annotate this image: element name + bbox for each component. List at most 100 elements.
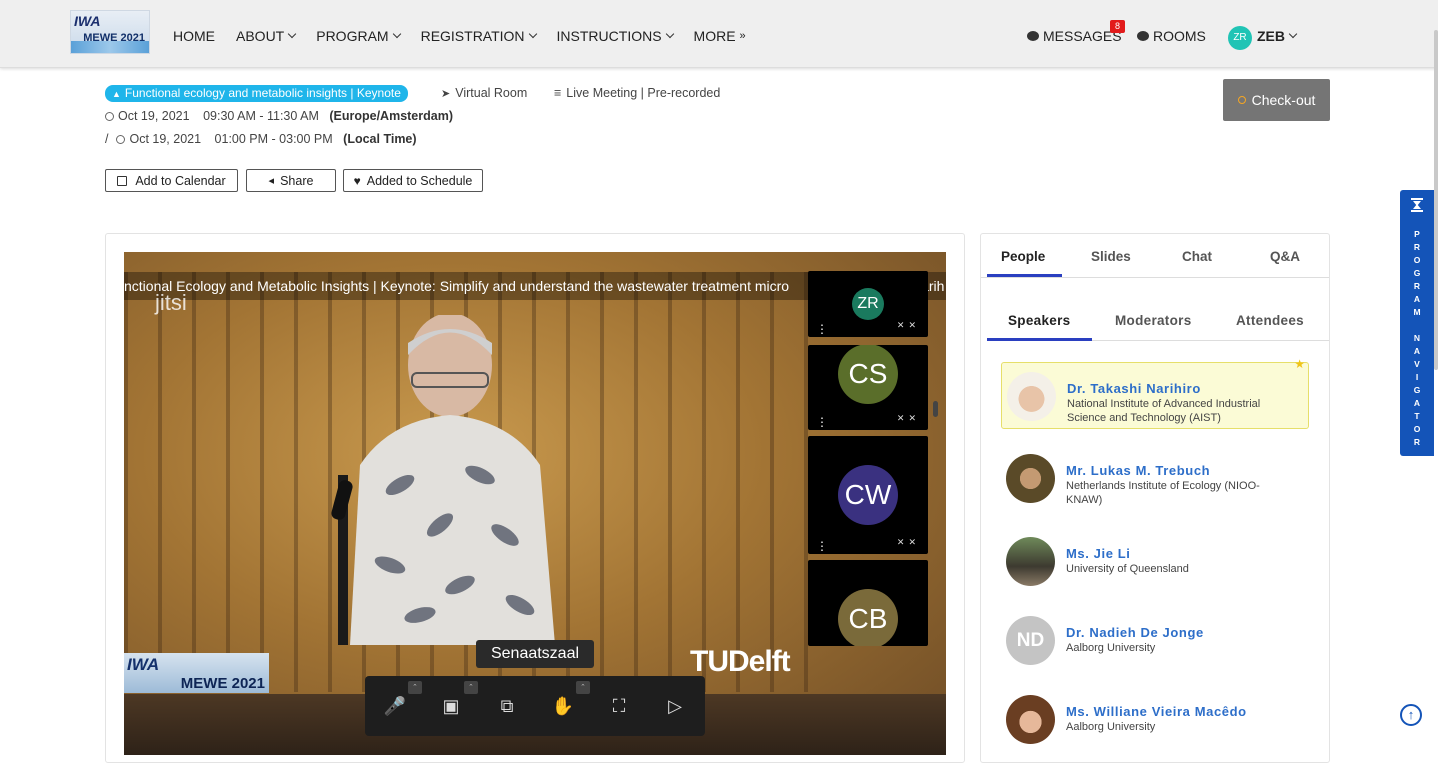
video-logo-bottom: MEWE 2021: [180, 675, 265, 692]
date-2: Oct 19, 2021: [129, 132, 202, 146]
speaker-name[interactable]: Dr. Nadieh De Jonge: [1066, 625, 1204, 640]
tab-qa[interactable]: Q&A: [1270, 249, 1300, 264]
add-calendar-label: Add to Calendar: [135, 173, 226, 188]
calendar-icon: [117, 175, 128, 186]
tab-chat[interactable]: Chat: [1182, 249, 1212, 264]
nav-more[interactable]: MORE»: [694, 28, 746, 44]
navigator-letter: V: [1414, 359, 1420, 369]
add-to-calendar-button[interactable]: Add to Calendar: [105, 169, 238, 192]
page-scrollbar[interactable]: [1434, 30, 1438, 370]
rooms-link[interactable]: ROOMS: [1137, 28, 1206, 44]
active-subtab-underline: [987, 338, 1092, 341]
navigator-letter: A: [1413, 346, 1421, 356]
navigator-letter: R: [1413, 281, 1421, 291]
speaker-photo: [1007, 372, 1056, 421]
nav-program-label: PROGRAM: [316, 28, 389, 44]
messages-link[interactable]: MESSAGES: [1027, 28, 1122, 44]
participant-avatar: CB: [838, 589, 898, 646]
room-name-label: Senaatszaal: [476, 640, 594, 668]
navigator-letter: I: [1415, 372, 1419, 382]
added-to-schedule-button[interactable]: ♥ Added to Schedule: [343, 169, 483, 192]
navigator-letter: O: [1413, 424, 1421, 434]
timezone-1: (Europe/Amsterdam): [329, 109, 453, 123]
chevron-down-icon: [528, 29, 537, 39]
tiles-scrollbar[interactable]: [933, 401, 938, 417]
program-navigator-label: PROGRAM NAVIGATOR: [1400, 228, 1434, 449]
navigator-letter: A: [1413, 398, 1421, 408]
subtab-moderators[interactable]: Moderators: [1115, 313, 1192, 328]
user-menu[interactable]: ZEB: [1257, 28, 1298, 44]
tab-slides[interactable]: Slides: [1091, 249, 1131, 264]
people-subtabs: Speakers Moderators Attendees: [987, 303, 1329, 341]
microphone-off-icon[interactable]: 🎤: [383, 694, 407, 718]
participant-avatar: CW: [838, 465, 898, 525]
nav-instructions[interactable]: INSTRUCTIONS: [557, 28, 674, 44]
chevron-down-icon: [665, 29, 674, 39]
more-options-icon[interactable]: ⋮: [816, 416, 828, 428]
nav-about-label: ABOUT: [236, 28, 285, 44]
speaker-card[interactable]: Dr. Takashi Narihiro National Institute …: [1001, 357, 1309, 429]
chevron-down-icon: [287, 29, 297, 39]
time-row-2: / Oct 19, 2021 01:00 PM - 03:00 PM (Local…: [105, 132, 417, 146]
speaker-organization: University of Queensland: [1066, 563, 1189, 575]
star-icon: ★: [1294, 357, 1305, 371]
time-row-1: Oct 19, 2021 09:30 AM - 11:30 AM (Europe…: [105, 109, 453, 123]
share-button[interactable]: ◂ Share: [246, 169, 336, 192]
nav-more-label: MORE: [693, 28, 736, 44]
subtab-speakers[interactable]: Speakers: [1008, 313, 1070, 328]
top-navbar: IWA MEWE 2021 HOME ABOUT PROGRAM REGISTR…: [0, 0, 1438, 68]
muted-icons: ✕✕: [896, 413, 920, 423]
speaker-name[interactable]: Dr. Takashi Narihiro: [1067, 381, 1201, 396]
user-avatar[interactable]: ZR: [1228, 26, 1252, 50]
tab-people[interactable]: People: [1001, 249, 1045, 264]
track-pill[interactable]: ▲ Functional ecology and metabolic insigh…: [105, 85, 408, 102]
schedule-label: Added to Schedule: [366, 173, 473, 188]
navigator-letter: T: [1414, 411, 1420, 421]
speaker-card[interactable]: Mr. Lukas M. Trebuch Netherlands Institu…: [1001, 445, 1309, 512]
speaker-card[interactable]: ND Dr. Nadieh De Jonge Aalborg Universit…: [1001, 607, 1309, 674]
user-label: ZEB: [1257, 28, 1285, 44]
nav-home-label: HOME: [173, 28, 215, 44]
play-circle-icon[interactable]: ▷: [663, 694, 687, 718]
camera-off-icon[interactable]: ▣: [439, 694, 463, 718]
chevron-up-icon[interactable]: ˆ: [408, 681, 422, 694]
navigator-letter: [1400, 319, 1434, 332]
speaker-card[interactable]: Ms. Williane Vieira Macêdo Aalborg Unive…: [1001, 686, 1309, 753]
more-options-icon[interactable]: ⋮: [816, 323, 828, 335]
event-logo[interactable]: IWA MEWE 2021: [70, 10, 150, 54]
participant-tile[interactable]: CW ⋮ ✕✕: [808, 436, 928, 554]
participant-tile[interactable]: CB: [808, 560, 928, 646]
timezone-2: (Local Time): [343, 132, 417, 146]
nav-about[interactable]: ABOUT: [236, 28, 297, 44]
subtab-attendees[interactable]: Attendees: [1236, 313, 1304, 328]
checkout-button[interactable]: Check-out: [1223, 79, 1330, 121]
participant-tile[interactable]: ZR ⋮ ✕✕: [808, 271, 928, 337]
double-chevron-down-icon: »: [739, 30, 746, 42]
time-2: 01:00 PM - 03:00 PM: [214, 132, 333, 146]
speaker-name[interactable]: Ms. Jie Li: [1066, 546, 1131, 561]
circle-icon: [1237, 96, 1246, 104]
participant-tile[interactable]: CS ⋮ ✕✕: [808, 345, 928, 430]
heart-icon: ♥: [353, 173, 361, 188]
chevron-up-icon[interactable]: ˆ: [576, 681, 590, 694]
screen-share-icon[interactable]: ⧉: [495, 694, 519, 718]
program-navigator-tab[interactable]: PROGRAM NAVIGATOR: [1400, 190, 1434, 456]
speaker-organization: Aalborg University: [1066, 721, 1156, 733]
speaker-name[interactable]: Mr. Lukas M. Trebuch: [1066, 463, 1210, 478]
list-icon: ≡: [554, 86, 562, 100]
speaker-card[interactable]: Ms. Jie Li University of Queensland: [1001, 528, 1309, 595]
scroll-to-top-button[interactable]: ↑: [1400, 704, 1422, 726]
participant-avatar: ZR: [852, 288, 884, 320]
panel-tabs: People Slides Chat Q&A: [981, 240, 1329, 278]
nav-registration[interactable]: REGISTRATION: [421, 28, 537, 44]
tudelft-text: TUDelft: [690, 645, 791, 678]
speaker-name[interactable]: Ms. Williane Vieira Macêdo: [1066, 704, 1247, 719]
chevron-up-icon[interactable]: ˆ: [464, 681, 478, 694]
fullscreen-icon[interactable]: ⛶: [607, 694, 631, 718]
more-options-icon[interactable]: ⋮: [816, 540, 828, 552]
room-info: ➤ Virtual Room: [441, 86, 527, 100]
nav-program[interactable]: PROGRAM: [316, 28, 401, 44]
nav-home[interactable]: HOME: [173, 28, 215, 44]
raise-hand-icon[interactable]: ✋: [551, 694, 575, 718]
navigator-letter: R: [1413, 242, 1421, 252]
